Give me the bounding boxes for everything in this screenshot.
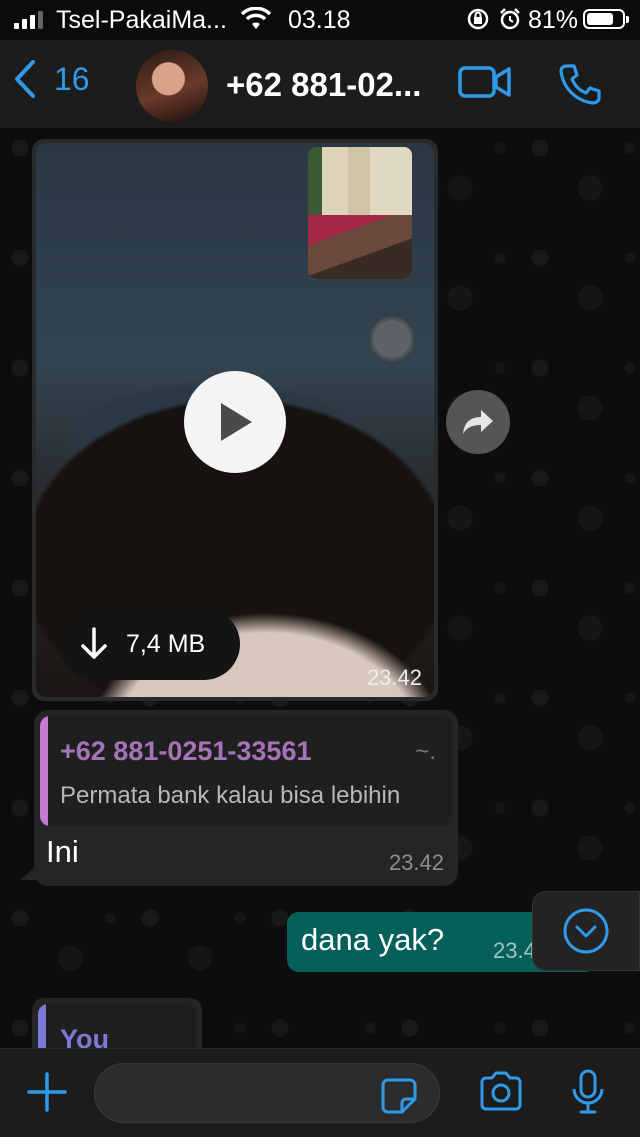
forward-button[interactable]: [446, 390, 510, 454]
file-size: 7,4 MB: [126, 629, 206, 658]
chevron-left-icon: [15, 60, 35, 98]
battery-icon: [583, 9, 629, 29]
message-time: 23.42: [366, 665, 422, 690]
scroll-to-bottom-button[interactable]: [532, 891, 640, 971]
chevron-down-circle-icon: [563, 908, 609, 954]
microphone-icon[interactable]: [570, 1069, 606, 1120]
clock: 03.18: [288, 6, 351, 34]
quoted-message[interactable]: +62 881-0251-33561 ~. Permata bank kalau…: [40, 716, 452, 826]
signal-strength-icon: [14, 11, 43, 29]
quoted-sender: +62 881-0251-33561: [60, 736, 312, 766]
download-button[interactable]: 7,4 MB: [60, 608, 240, 680]
play-icon: [221, 403, 252, 441]
forward-arrow-icon: [463, 410, 493, 434]
rotation-lock-icon: [466, 7, 490, 38]
plus-icon[interactable]: [26, 1071, 68, 1118]
back-button[interactable]: 16: [14, 60, 90, 98]
battery-percent: 81%: [528, 6, 579, 34]
avatar[interactable]: [136, 50, 208, 122]
video-pip-thumbnail: [308, 147, 412, 279]
phone-icon[interactable]: [558, 62, 602, 111]
quoted-sender-suffix: ~.: [415, 738, 436, 765]
video-message[interactable]: 7,4 MB 23.42: [32, 139, 438, 701]
download-arrow-icon: [81, 627, 107, 659]
message-text: dana yak?: [301, 922, 445, 957]
wifi-icon: [240, 6, 272, 38]
camera-icon[interactable]: [478, 1071, 524, 1116]
circle-icon: [370, 317, 414, 361]
message-time: 23.4: [493, 938, 536, 963]
quote-bar: [40, 716, 48, 826]
message-text: Ini: [46, 834, 79, 869]
reply-message[interactable]: +62 881-0251-33561 ~. Permata bank kalau…: [34, 710, 458, 886]
play-button[interactable]: [184, 371, 286, 473]
message-time: 23.42: [388, 850, 444, 875]
video-call-icon[interactable]: [458, 64, 512, 105]
quoted-text: Permata bank kalau bisa lebihin: [60, 782, 401, 809]
unread-count: 16: [54, 60, 90, 97]
video-thumbnail: 7,4 MB 23.42: [36, 143, 434, 697]
alarm-icon: [498, 7, 522, 38]
contact-name[interactable]: +62 881-02...: [226, 66, 421, 104]
message-composer: [0, 1048, 640, 1137]
chat-header: 16 +62 881-02...: [0, 40, 640, 129]
status-bar: Tsel-PakaiMa... 03.18 81%: [0, 0, 640, 40]
sticker-icon[interactable]: [380, 1077, 418, 1120]
carrier-name: Tsel-PakaiMa...: [56, 6, 227, 34]
